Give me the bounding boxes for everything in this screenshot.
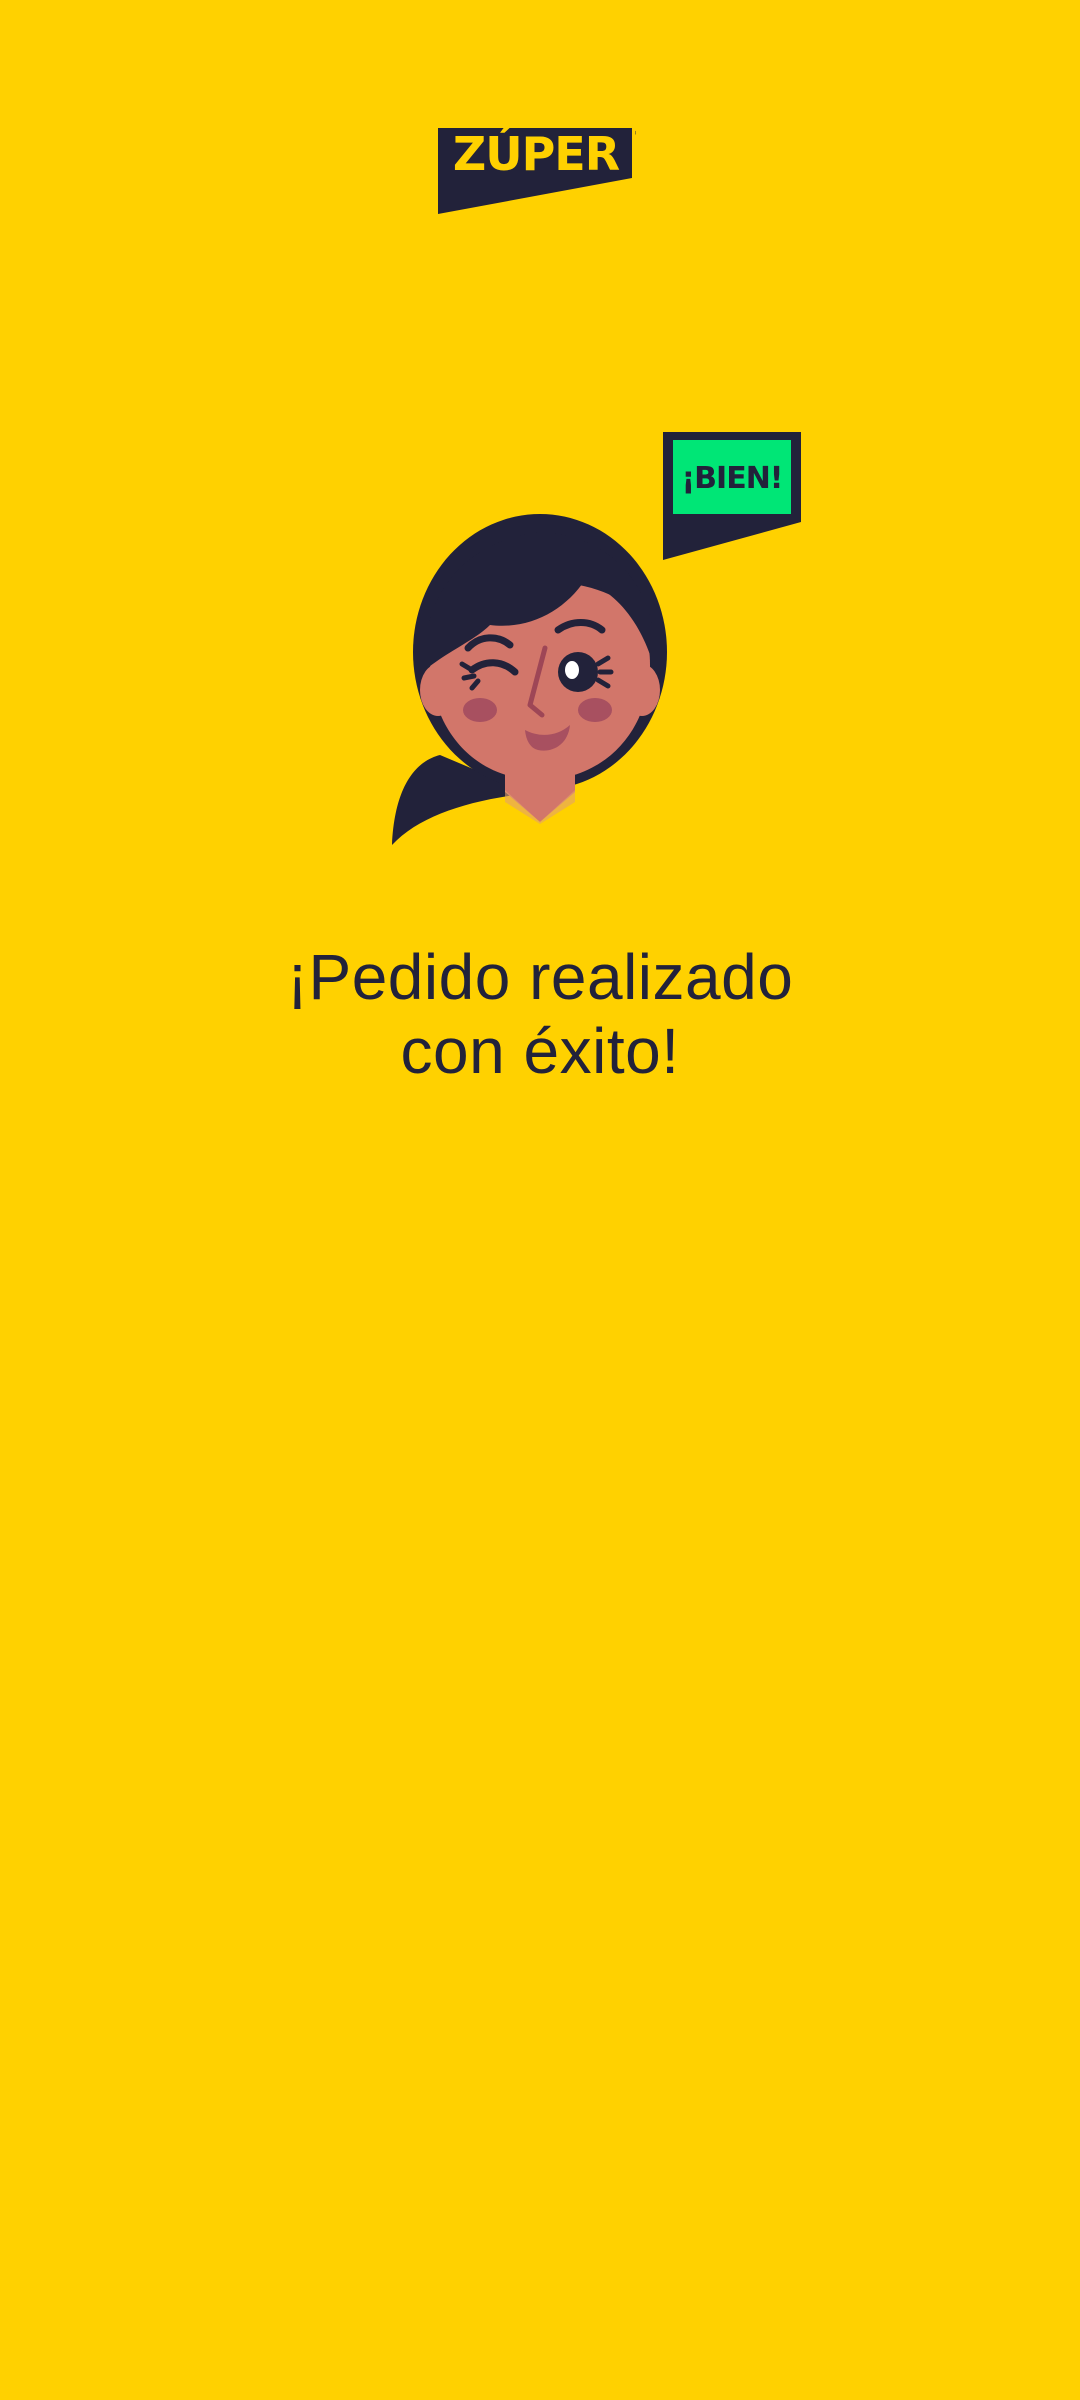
- success-message-line2: con éxito!: [400, 1015, 680, 1087]
- zuper-logo-icon: ZÚPER ®: [438, 127, 636, 214]
- success-message-line1: ¡Pedido realizado: [286, 941, 794, 1013]
- logo-text: ZÚPER: [453, 127, 620, 181]
- success-message: ¡Pedido realizado con éxito!: [140, 940, 940, 1088]
- zuper-logo: ZÚPER ®: [436, 120, 636, 216]
- trademark-symbol: ®: [634, 129, 636, 139]
- badge-text: ¡BIEN!: [682, 461, 783, 496]
- winking-woman-icon: ¡BIEN!: [392, 432, 801, 845]
- speech-bubble-icon: ¡BIEN!: [663, 432, 801, 560]
- character-illustration: ¡BIEN!: [380, 420, 820, 850]
